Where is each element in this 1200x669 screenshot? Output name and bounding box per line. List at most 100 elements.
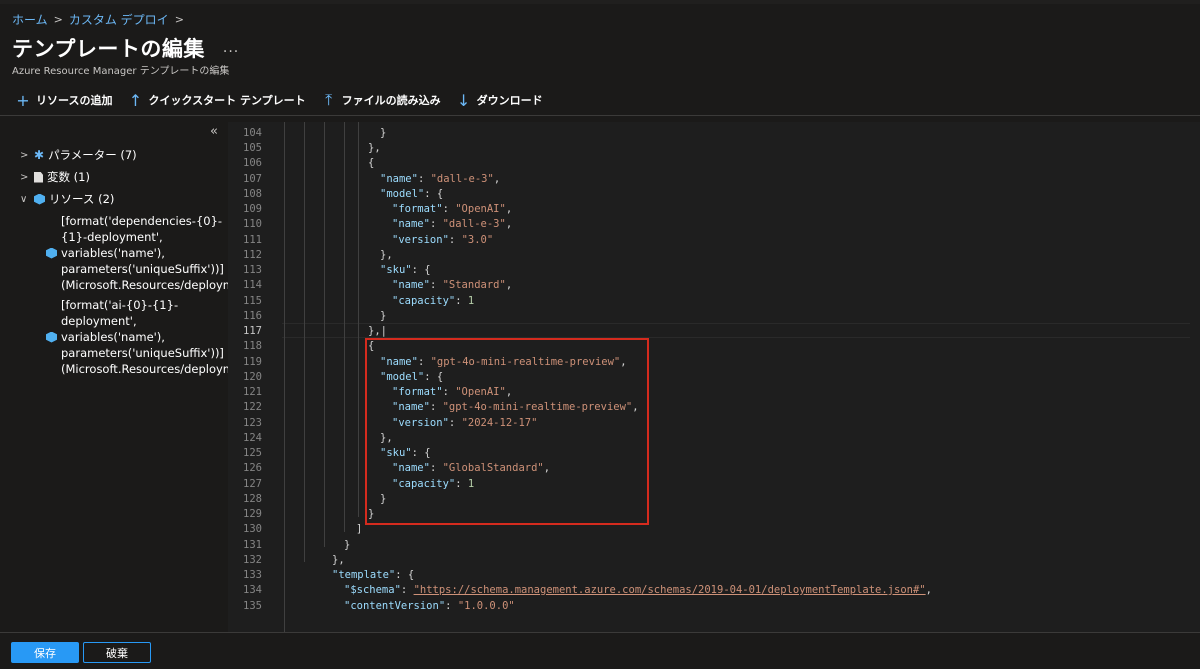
resource-item-ai[interactable]: [format('ai-{0}-{1}- deployment', variab…	[46, 297, 228, 377]
add-resource-button[interactable]: + リソースの追加	[16, 91, 112, 110]
code-line: "$schema": "https://schema.management.az…	[344, 584, 932, 596]
resource-item-label: [format('dependencies-{0}- {1}-deploymen…	[61, 214, 228, 292]
json-number: 1	[467, 295, 475, 307]
top-border	[0, 0, 1200, 4]
json-key: "name"	[392, 218, 430, 230]
quickstart-label: クイックスタート テンプレート	[148, 94, 306, 107]
line-number: 104	[243, 127, 262, 139]
line-number: 115	[243, 295, 262, 307]
load-file-button[interactable]: ⤒ ファイルの読み込み	[322, 90, 441, 110]
line-number: 112	[243, 249, 262, 261]
code-line: }	[380, 310, 387, 322]
tree-node-resources-label: リソース (2)	[49, 192, 115, 206]
indent-guide	[358, 122, 359, 517]
code-line: "name": "dall-e-3",	[392, 218, 513, 230]
breadcrumb-home[interactable]: ホーム	[12, 11, 48, 28]
discard-button[interactable]: 破棄	[83, 642, 151, 663]
add-resource-label: リソースの追加	[36, 94, 113, 107]
code-line: "contentVersion": "1.0.0.0"	[344, 600, 515, 612]
page-title: テンプレートの編集	[12, 37, 205, 61]
line-number: 109	[243, 203, 262, 215]
code-line: "capacity": 1	[392, 295, 475, 307]
json-string: "Standard"	[442, 279, 506, 291]
chevron-down-icon: ∨	[20, 193, 28, 205]
title-row: テンプレートの編集 ...	[12, 33, 239, 63]
line-number: 120	[243, 371, 262, 383]
line-number: 131	[243, 539, 262, 551]
more-options-button[interactable]: ...	[223, 40, 239, 56]
footer-bar: 保存 破棄	[0, 632, 1200, 669]
page-subtitle: Azure Resource Manager テンプレートの編集	[12, 66, 230, 77]
resource-item-dependencies[interactable]: [format('dependencies-{0}- {1}-deploymen…	[46, 213, 228, 293]
document-icon	[34, 171, 43, 183]
json-url[interactable]: "https://schema.management.azure.com/sch…	[414, 584, 926, 596]
tree-node-parameters[interactable]: > ✱ パラメーター (7)	[20, 147, 137, 163]
code-line: "name": "Standard",	[392, 279, 513, 291]
line-number: 129	[243, 508, 262, 520]
load-file-label: ファイルの読み込み	[341, 94, 441, 107]
annotation-highlight-box	[365, 338, 649, 525]
plus-icon: +	[16, 90, 30, 110]
json-key: "name"	[392, 279, 430, 291]
code-line: {	[368, 157, 375, 169]
tree-node-resources[interactable]: ∨ リソース (2)	[20, 191, 114, 207]
indent-guide	[324, 122, 325, 547]
json-key: "version"	[392, 234, 449, 246]
json-key: "template"	[332, 569, 396, 581]
template-outline-tree: « > ✱ パラメーター (7) > 変数 (1) ∨ リソース (2) [fo…	[0, 116, 228, 632]
line-number: 125	[243, 447, 262, 459]
toolbar: + リソースの追加 ↑ クイックスタート テンプレート ⤒ ファイルの読み込み …	[16, 90, 559, 110]
download-icon: ↓	[456, 90, 471, 110]
line-number-active: 117	[243, 325, 262, 337]
indent-guide	[344, 122, 345, 532]
line-number: 105	[243, 142, 262, 154]
json-key: "model"	[380, 188, 425, 200]
cube-icon	[46, 331, 57, 343]
line-number: 122	[243, 401, 262, 413]
tree-node-variables[interactable]: > 変数 (1)	[20, 169, 90, 185]
indent-guide	[304, 122, 305, 562]
download-label: ダウンロード	[476, 94, 543, 107]
json-key: "format"	[392, 203, 443, 215]
line-number: 118	[243, 340, 262, 352]
editor-scrollbar[interactable]	[1190, 122, 1200, 632]
upload-icon: ⤒	[325, 90, 333, 109]
line-number: 124	[243, 432, 262, 444]
code-line: "name": "dall-e-3",	[380, 173, 501, 185]
line-number: 110	[243, 218, 262, 230]
json-string: "dall-e-3"	[430, 173, 494, 185]
chevron-right-icon: >	[20, 149, 29, 161]
json-key: "capacity"	[392, 295, 456, 307]
line-number: 126	[243, 462, 262, 474]
line-number: 128	[243, 493, 262, 505]
line-number: 123	[243, 417, 262, 429]
code-line: }	[344, 539, 351, 551]
line-number: 134	[243, 584, 262, 596]
resource-item-label: [format('ai-{0}-{1}- deployment', variab…	[61, 298, 228, 376]
line-number: 114	[243, 279, 262, 291]
line-number: 106	[243, 157, 262, 169]
code-line: }	[380, 127, 387, 139]
save-button[interactable]: 保存	[11, 642, 79, 663]
code-line: "sku": {	[380, 264, 431, 276]
line-number: 113	[243, 264, 262, 276]
chevron-right-icon: >	[53, 13, 63, 26]
cube-icon	[46, 247, 57, 259]
code-line: },	[332, 554, 345, 566]
tree-node-variables-label: 変数 (1)	[47, 170, 90, 184]
collapse-panel-button[interactable]: «	[210, 124, 218, 139]
current-line-highlight	[282, 323, 1200, 338]
code-line: "format": "OpenAI",	[392, 203, 513, 215]
code-line: "model": {	[380, 188, 444, 200]
line-number: 135	[243, 600, 262, 612]
chevron-right-icon: >	[20, 171, 29, 183]
line-number: 127	[243, 478, 262, 490]
json-key: "$schema"	[344, 584, 401, 596]
line-number: 119	[243, 356, 262, 368]
json-string: "1.0.0.0"	[457, 600, 515, 612]
gear-icon: ✱	[34, 148, 45, 162]
json-string: "3.0"	[461, 234, 494, 246]
quickstart-template-button[interactable]: ↑ クイックスタート テンプレート	[128, 91, 306, 110]
download-button[interactable]: ↓ ダウンロード	[457, 91, 543, 110]
breadcrumb-custom-deploy[interactable]: カスタム デプロイ	[69, 11, 169, 28]
